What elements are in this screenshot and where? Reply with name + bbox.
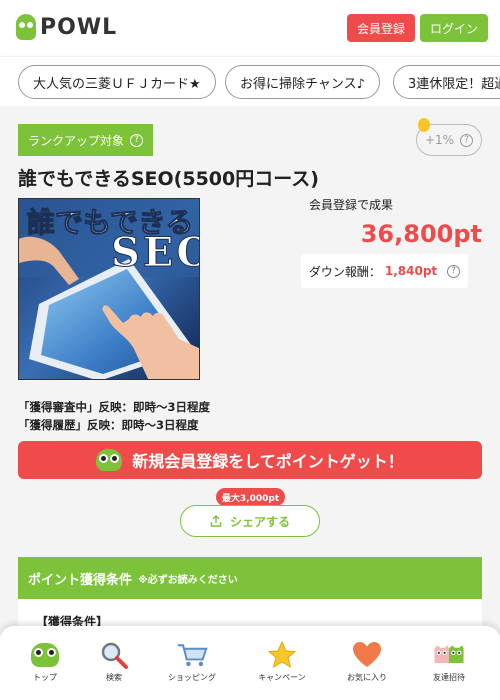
tab-top[interactable]: トップ xyxy=(10,640,80,683)
tab-invite-friends[interactable]: 友達招待 xyxy=(414,640,484,683)
conditions-title: ポイント獲得条件 xyxy=(28,572,133,588)
thumb-title-line2: SEO xyxy=(110,229,199,277)
logo-text: POWL xyxy=(40,14,118,40)
friends-icon xyxy=(433,640,465,670)
tab-label: 検索 xyxy=(106,673,122,682)
tab-label: キャンペーン xyxy=(258,673,306,682)
down-reward-points: 1,840pt xyxy=(384,264,438,278)
help-icon: ? xyxy=(460,133,474,147)
down-reward-box: ダウン報酬： 1,840pt ? xyxy=(301,254,468,288)
conditions-note: ※必ずお読みください xyxy=(138,574,238,586)
register-cta-button[interactable]: 新規会員登録をしてポイントゲット！ xyxy=(18,441,482,479)
tab-label: トップ xyxy=(33,673,57,682)
powl-logo[interactable]: POWL xyxy=(16,14,117,40)
tab-label: 友達招待 xyxy=(433,673,465,682)
down-reward-label: ダウン報酬： xyxy=(308,264,381,279)
share-label: シェアする xyxy=(229,514,290,529)
help-icon: ? xyxy=(130,133,144,147)
history-reflect-note: 「獲得履歴」反映：即時〜3日程度 xyxy=(18,418,199,432)
tab-shopping[interactable]: ショッピング xyxy=(157,640,227,683)
tab-search[interactable]: 検索 xyxy=(79,640,149,683)
bonus-percent: +1% xyxy=(424,133,455,147)
login-button[interactable]: ログイン xyxy=(420,14,488,42)
campaign-chips-bar: 大人気の三菱ＵＦＪカード★ お得に掃除チャンス♪ 3連休限定！超過 xyxy=(0,56,500,106)
conditions-header: ポイント獲得条件 ※必ずお読みください xyxy=(18,557,482,599)
campaign-chip[interactable]: 3連休限定！超過 xyxy=(393,65,500,99)
offer-detail: ランクアップ対象 ? +1% ? 誰でもできるSEO(5500円コース) 誰でも… xyxy=(0,106,500,700)
owl-icon xyxy=(29,640,61,670)
cart-icon xyxy=(176,640,208,670)
owl-logo-icon xyxy=(16,14,36,40)
help-icon[interactable]: ? xyxy=(447,264,461,278)
rank-up-label: ランクアップ対象 xyxy=(28,133,125,148)
star-icon xyxy=(266,640,298,670)
campaign-chip[interactable]: お得に掃除チャンス♪ xyxy=(225,65,380,99)
offer-thumbnail: 誰でもできる SEO xyxy=(18,198,200,380)
pending-reflect-note: 「獲得審査中」反映：即時〜3日程度 xyxy=(18,400,210,414)
header: POWL 会員登録 ログイン xyxy=(0,0,500,56)
condition-label: 会員登録で成果 xyxy=(309,198,394,212)
search-icon xyxy=(98,640,130,670)
tab-label: お気に入り xyxy=(347,673,387,682)
reward-points: 36,800pt xyxy=(360,220,482,248)
coin-icon xyxy=(418,118,430,132)
offer-title: 誰でもできるSEO(5500円コース) xyxy=(18,168,319,190)
tab-favorites[interactable]: お気に入り xyxy=(332,640,402,683)
heart-icon xyxy=(351,640,383,670)
tab-campaign[interactable]: キャンペーン xyxy=(247,640,317,683)
share-button[interactable]: シェアする xyxy=(180,505,320,537)
rank-up-badge[interactable]: ランクアップ対象 ? xyxy=(18,124,154,156)
owl-icon xyxy=(96,449,123,471)
max-share-badge: 最大3,000pt xyxy=(216,488,285,511)
register-button[interactable]: 会員登録 xyxy=(347,14,415,42)
bottom-tab-bar: トップ 検索 ショッピング キャンペーン お気に入り 友達招待 xyxy=(0,626,500,700)
share-icon xyxy=(210,515,222,527)
tab-label: ショッピング xyxy=(168,673,216,682)
cta-label: 新規会員登録をしてポイントゲット！ xyxy=(132,452,404,471)
campaign-chip[interactable]: 大人気の三菱ＵＦＪカード★ xyxy=(18,65,216,99)
